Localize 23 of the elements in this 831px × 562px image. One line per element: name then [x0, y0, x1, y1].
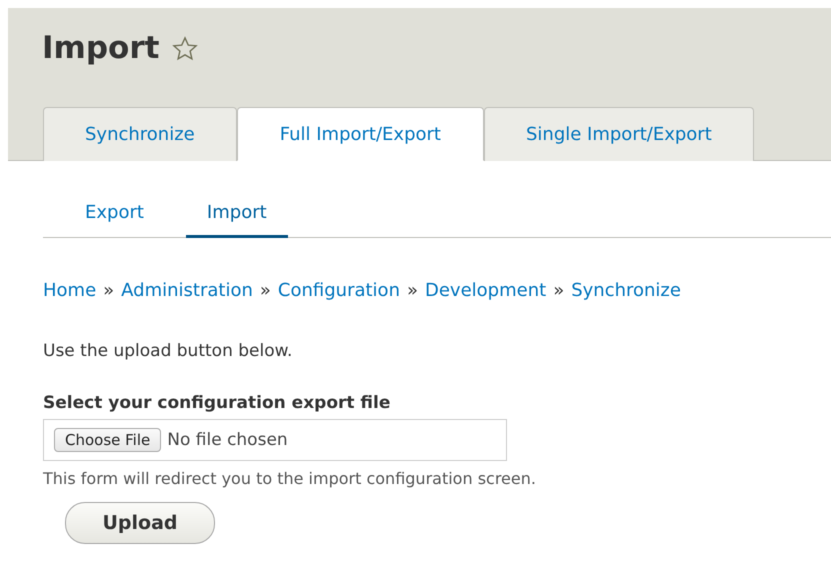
- breadcrumb-link[interactable]: Configuration: [278, 280, 400, 301]
- file-field[interactable]: Choose File No file chosen: [43, 419, 507, 461]
- breadcrumb-link[interactable]: Home: [43, 280, 96, 301]
- breadcrumb-link[interactable]: Development: [425, 280, 546, 301]
- primary-tab[interactable]: Full Import/Export: [236, 107, 484, 161]
- primary-tab[interactable]: Synchronize: [43, 107, 237, 161]
- breadcrumb-separator: »: [103, 280, 114, 301]
- field-description: This form will redirect you to the import configuration screen.: [43, 469, 537, 488]
- secondary-tab[interactable]: Import: [186, 193, 288, 238]
- breadcrumb-link[interactable]: Synchronize: [571, 280, 681, 301]
- field-label: Select your configuration export file: [43, 393, 392, 413]
- page-title: Import: [42, 30, 160, 66]
- intro-text: Use the upload button below.: [43, 341, 294, 361]
- choose-file-button[interactable]: Choose File: [54, 428, 162, 452]
- breadcrumb-link[interactable]: Administration: [121, 280, 253, 301]
- breadcrumb-separator: »: [260, 280, 271, 301]
- star-icon[interactable]: [171, 35, 200, 63]
- primary-tab[interactable]: Single Import/Export: [484, 107, 754, 161]
- upload-button[interactable]: Upload: [65, 502, 215, 544]
- secondary-tab[interactable]: Export: [43, 193, 186, 238]
- breadcrumb-separator: »: [553, 280, 564, 301]
- breadcrumb-separator: »: [406, 280, 418, 301]
- file-name-text: No file chosen: [167, 430, 288, 450]
